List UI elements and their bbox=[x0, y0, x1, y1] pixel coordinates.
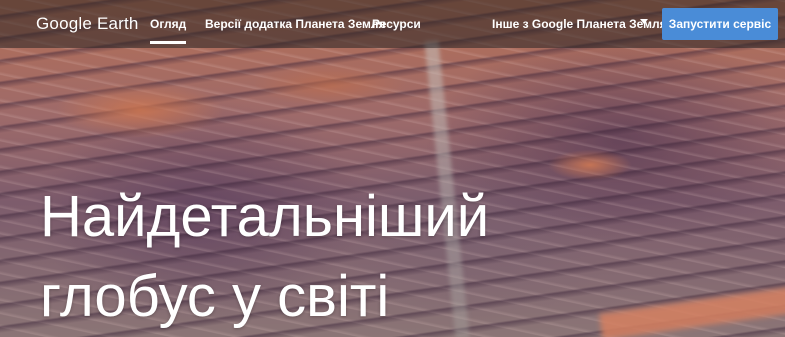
nav-tab-versions[interactable]: Версії додатка Планета Земля bbox=[205, 17, 385, 31]
nav-tab-resources[interactable]: Ресурси bbox=[372, 17, 421, 31]
hero-background: Google Earth Огляд Версії додатка Планет… bbox=[0, 0, 785, 337]
nav-tab-overview[interactable]: Огляд bbox=[150, 17, 187, 44]
hero-title-line-1: Найдетальніший bbox=[40, 184, 490, 249]
launch-service-button[interactable]: Запустити сервіс bbox=[662, 8, 778, 40]
google-earth-logo[interactable]: Google Earth bbox=[36, 14, 139, 34]
hero-title-line-2: глобус у світі bbox=[40, 264, 390, 329]
top-navigation-bar: Google Earth Огляд Версії додатка Планет… bbox=[0, 0, 785, 48]
background-river-lower bbox=[599, 286, 785, 337]
caret-down-icon[interactable] bbox=[640, 19, 648, 24]
